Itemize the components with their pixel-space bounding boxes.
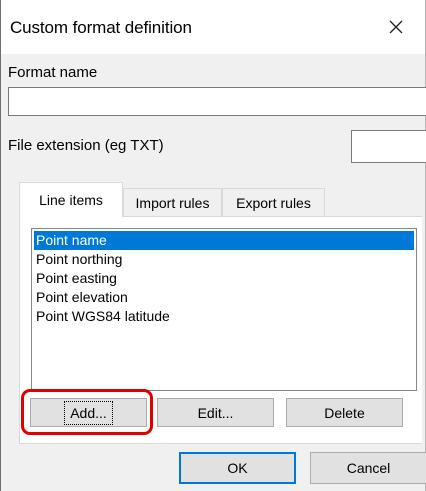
edit-button-label: Edit... — [197, 404, 234, 421]
list-item[interactable]: Point elevation — [34, 288, 414, 307]
list-item[interactable]: Point WGS84 latitude — [34, 307, 414, 326]
tab-label: Line items — [39, 192, 103, 208]
cancel-button-label: Cancel — [346, 460, 391, 476]
line-items-list[interactable]: Point name Point northing Point easting … — [31, 228, 417, 391]
tab-label: Export rules — [236, 194, 311, 211]
delete-button-label: Delete — [324, 404, 365, 421]
file-extension-label: File extension (eg TXT) — [8, 137, 164, 154]
title-bar: Custom format definition — [1, 0, 425, 54]
close-icon — [389, 20, 403, 34]
dialog-title: Custom format definition — [10, 18, 192, 37]
list-item[interactable]: Point easting — [34, 269, 414, 288]
list-item[interactable]: Point northing — [34, 250, 414, 269]
ok-button-label: OK — [227, 460, 248, 476]
tab-label: Import rules — [135, 194, 210, 211]
tab-line-items[interactable]: Line items — [19, 182, 123, 217]
list-item[interactable]: Point name — [34, 231, 414, 250]
delete-button[interactable]: Delete — [286, 398, 403, 427]
format-name-label: Format name — [8, 64, 98, 81]
add-button[interactable]: Add... — [30, 398, 147, 427]
tab-import-rules[interactable]: Import rules — [123, 188, 222, 216]
file-extension-input[interactable] — [351, 130, 426, 163]
add-button-label: Add... — [64, 400, 113, 425]
edit-button[interactable]: Edit... — [157, 398, 274, 427]
cancel-button[interactable]: Cancel — [310, 452, 426, 484]
close-button[interactable] — [377, 10, 415, 44]
tab-export-rules[interactable]: Export rules — [222, 188, 325, 216]
ok-button[interactable]: OK — [179, 452, 296, 484]
custom-format-dialog: Custom format definition Format name Fil… — [0, 0, 426, 491]
format-name-input[interactable] — [8, 87, 426, 116]
